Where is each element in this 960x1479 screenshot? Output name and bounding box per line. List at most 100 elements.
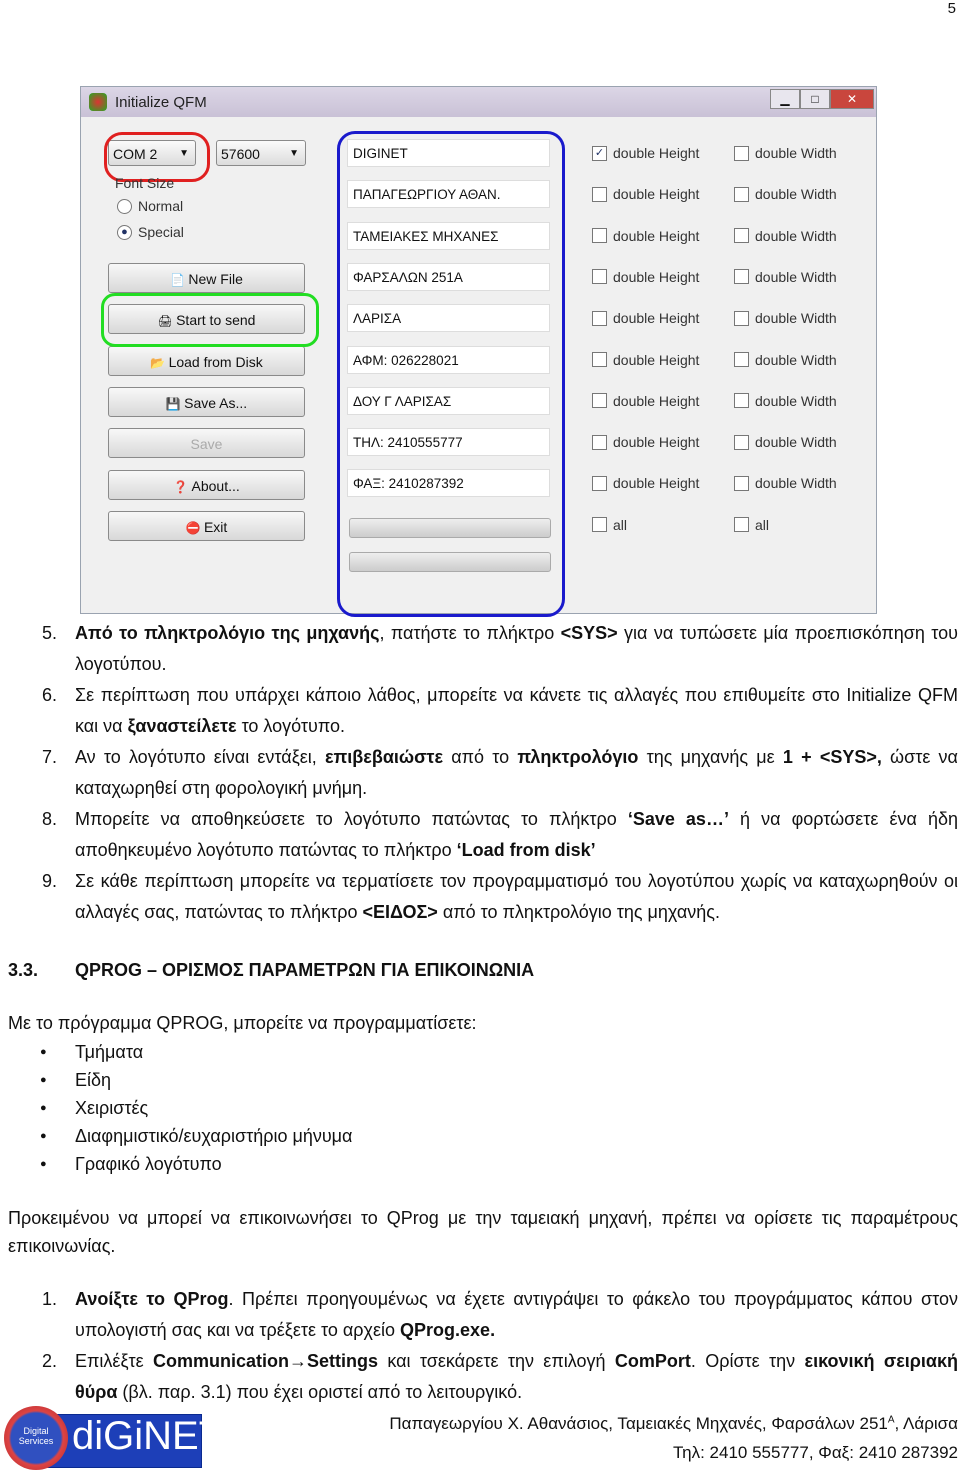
text: από το πληκτρολόγιο της μηχανής. [437, 902, 720, 922]
bold-text: ComPort [614, 1351, 691, 1371]
checkbox-icon [734, 145, 749, 161]
radio-special[interactable]: ● Special [117, 224, 184, 240]
checkbox-double-width[interactable]: double Width [734, 475, 837, 491]
checkbox-icon [734, 517, 749, 533]
checkbox-icon [592, 310, 607, 326]
about-icon: ❓ [173, 479, 192, 494]
text: Αν το λογότυπο είναι εντάξει, [75, 747, 325, 767]
checkbox-double-height[interactable]: ✓ double Height [592, 145, 699, 161]
list-item: 6. Σε περίπτωση που υπάρχει κάποιο λάθος,… [0, 680, 958, 742]
radio-selected-icon: ● [117, 224, 132, 240]
bold-text: 1 + <SYS>, [782, 747, 882, 767]
checkbox-double-width[interactable]: double Width [734, 434, 837, 450]
checkbox-icon [592, 393, 607, 409]
button-label: Exit [203, 518, 228, 535]
initialize-qfm-screenshot: Initialize QFM ▁ □ ✕ COM 2 ▼ 57600 ▼ Font Si… [80, 86, 877, 617]
checkbox-double-width[interactable]: double Width [734, 145, 837, 161]
app-icon [89, 93, 107, 111]
checkbox-label: double Height [613, 186, 700, 203]
checkbox-double-height[interactable]: double Height [592, 186, 699, 202]
bullet-list: ΤμήματαΕίδηΧειριστέςΔιαφημιστικό/ευχαρισ… [0, 1038, 958, 1178]
checkbox-label: double Width [755, 351, 837, 368]
checkbox-double-height[interactable]: double Height [592, 310, 699, 326]
text: , πατήστε το πλήκτρο [379, 623, 561, 643]
checkbox-icon [734, 269, 749, 285]
text: από το [443, 747, 518, 767]
checkbox-double-height[interactable]: double Height [592, 393, 699, 409]
checkbox-icon [734, 434, 749, 450]
checkbox-label: double Width [755, 268, 837, 285]
paragraph: Προκειμένου να μπορεί να επικοινωνήσει τ… [8, 1208, 958, 1256]
button-label: About... [191, 477, 240, 494]
page-number: 5 [947, 0, 956, 17]
section-number: 3.3. [8, 960, 39, 980]
checkbox-double-height[interactable]: double Height [592, 269, 699, 285]
window-titlebar: Initialize QFM [81, 87, 876, 117]
checkbox-label: double Height [613, 351, 700, 368]
bullet-item: Χειριστές [0, 1094, 958, 1122]
load-from-disk-button[interactable]: 📂 Load from Disk [108, 345, 305, 376]
save-button[interactable]: Save [108, 428, 305, 459]
bullet-item: Είδη [0, 1066, 958, 1094]
radio-label: Normal [138, 198, 184, 214]
footer-phone: Τηλ: 2410 555777, Φαξ: 2410 287392 [673, 1443, 958, 1462]
checkbox-double-width[interactable]: double Width [734, 310, 837, 326]
list-item: 9. Σε κάθε περίπτωση μπορείτε να τερματίσ… [0, 866, 958, 928]
checkbox-double-height[interactable]: all [592, 517, 627, 533]
text: (βλ. παρ. 3.1) που έχει οριστεί από το λ… [117, 1382, 523, 1402]
minimize-button[interactable]: ▁ [770, 89, 800, 109]
checkbox-double-height[interactable]: double Height [592, 475, 699, 491]
checkbox-double-width[interactable]: double Width [734, 352, 837, 368]
checkbox-double-width[interactable]: double Width [734, 269, 837, 285]
checkbox-label: double Width [755, 310, 837, 327]
checkbox-label: double Width [755, 434, 837, 451]
text: Μπορείτε να αποθηκεύσετε το λογότυπο πατ… [75, 809, 628, 829]
button-label: Load from Disk [168, 353, 263, 370]
bold-text: Communication→Settings [153, 1351, 379, 1371]
checkbox-double-height[interactable]: double Height [592, 352, 699, 368]
radio-icon [117, 198, 132, 214]
list-item: 2. Επιλέξτε Communication→Settings και τσ… [0, 1346, 958, 1408]
baud-select[interactable]: 57600 ▼ [216, 140, 306, 166]
text: της μηχανής με [638, 747, 783, 767]
checkbox-double-width[interactable]: double Width [734, 186, 837, 202]
button-label: Save [190, 436, 223, 453]
bold-text: Ανοίξτε το QProg [75, 1289, 229, 1309]
window-controls: ▁ □ ✕ [770, 89, 874, 109]
save-as-button[interactable]: 💾 Save As... [108, 386, 305, 417]
checkbox-double-height[interactable]: double Height [592, 228, 699, 244]
green-annotation [101, 293, 319, 347]
about-button[interactable]: ❓ About... [108, 469, 305, 500]
checkbox-icon [734, 475, 749, 491]
checkbox-label: double Width [755, 186, 837, 203]
radio-normal[interactable]: Normal [117, 198, 183, 214]
text: Επιλέξτε [75, 1351, 153, 1371]
checkbox-double-width[interactable]: double Width [734, 228, 837, 244]
checkbox-icon [734, 228, 749, 244]
checkbox-double-width[interactable]: all [734, 517, 769, 533]
list-item: 1. Ανοίξτε το QProg. Πρέπει προηγουμένως … [0, 1284, 958, 1346]
checkbox-double-width[interactable]: double Width [734, 393, 837, 409]
checkbox-label: all [755, 516, 770, 533]
item-number: 2. [42, 1351, 58, 1371]
intro-text: Με το πρόγραμμα QPROG, μπορείτε να προγρ… [8, 1013, 477, 1033]
diginet-logo: Digital Services diGiNET [4, 1406, 223, 1472]
text: . Ορίστε την [690, 1351, 805, 1371]
checkbox-double-height[interactable]: double Height [592, 434, 699, 450]
bold-text: <ΕΙΔΟΣ> [362, 902, 438, 922]
item-number: 1. [42, 1289, 58, 1309]
steps-list-1: 5. Από το πληκτρολόγιο της μηχανής, πατήσ… [0, 618, 958, 928]
new-file-button[interactable]: 📄 New File [108, 263, 305, 293]
exit-button[interactable]: ⛔ Exit [108, 510, 305, 541]
checkbox-icon [592, 228, 607, 244]
text: και τσεκάρετε την επιλογή [378, 1351, 615, 1371]
checkbox-label: double Width [755, 227, 837, 244]
checkbox-label: double Height [613, 145, 700, 161]
bold-text: πληκτρολόγιο [517, 747, 639, 767]
save-as-icon: 💾 [165, 396, 185, 411]
maximize-button[interactable]: □ [800, 89, 830, 109]
bullet-item: Γραφικό λογότυπο [0, 1150, 958, 1178]
radio-label: Special [138, 224, 184, 240]
list-item: 5. Από το πληκτρολόγιο της μηχανής, πατήσ… [0, 618, 958, 680]
close-button[interactable]: ✕ [830, 89, 874, 109]
